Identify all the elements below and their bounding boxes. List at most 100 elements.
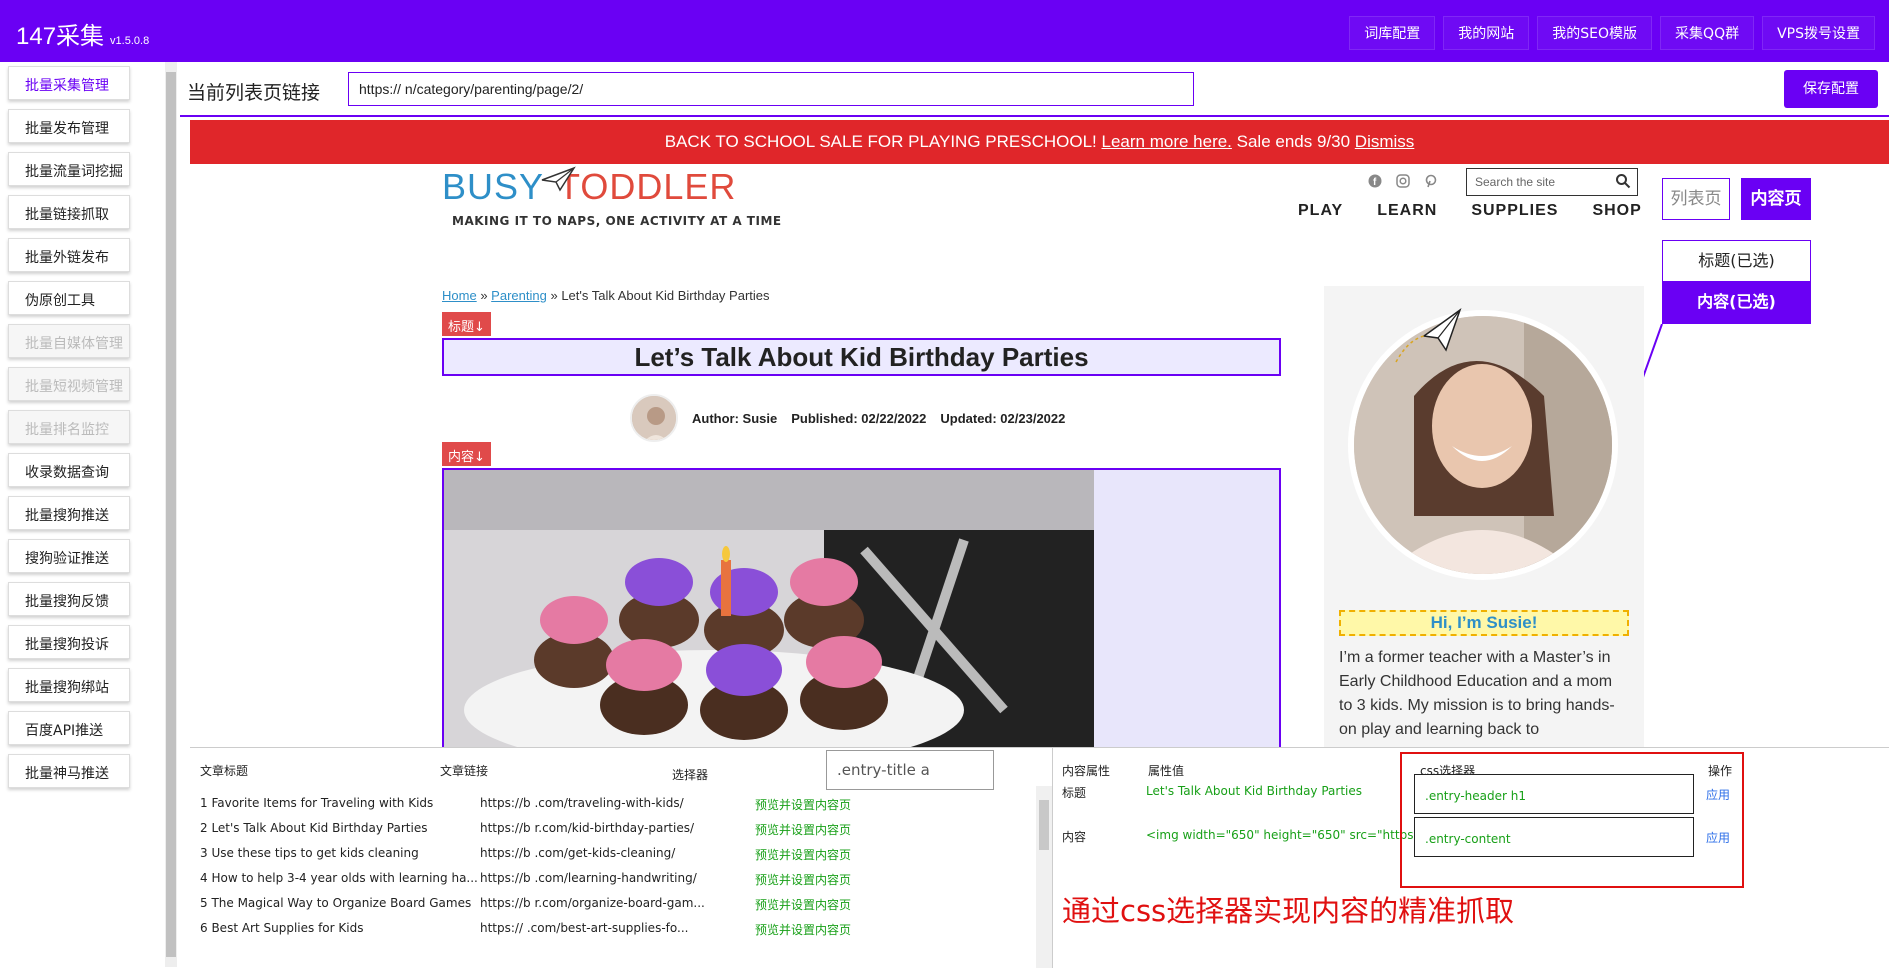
site-nav-learn[interactable]: LEARN bbox=[1377, 202, 1437, 220]
row-url[interactable]: https://b r.com/organize-board-gam... bbox=[480, 896, 760, 910]
breadcrumb-sep-2: » bbox=[550, 288, 558, 303]
sidebar-item-sogou-feedback[interactable]: 批量搜狗反馈 bbox=[8, 582, 130, 616]
sidebar-scrollbar-thumb[interactable] bbox=[166, 72, 176, 957]
search-icon[interactable] bbox=[1615, 173, 1631, 189]
tab-content-page[interactable]: 内容页 bbox=[1741, 178, 1811, 220]
sidebar-item-sogou-push[interactable]: 批量搜狗推送 bbox=[8, 496, 130, 530]
row-url[interactable]: https:// .com/best-art-supplies-fo... bbox=[480, 921, 760, 935]
list-url-label: 当前列表页链接 bbox=[187, 82, 321, 104]
table-row: 2 Let's Talk About Kid Birthday Parties … bbox=[200, 821, 851, 837]
table-row: 6 Best Art Supplies for Kids https:// .c… bbox=[200, 921, 851, 937]
site-nav-shop[interactable]: SHOP bbox=[1592, 202, 1641, 220]
instagram-icon[interactable] bbox=[1396, 174, 1410, 188]
header-divider bbox=[180, 115, 1889, 117]
promo-ends: Sale ends 9/30 bbox=[1236, 132, 1351, 151]
sidebar-item-sogou-complaint[interactable]: 批量搜狗投诉 bbox=[8, 625, 130, 659]
nav-qq-group[interactable]: 采集QQ群 bbox=[1660, 16, 1755, 50]
sidebar-scrollbar[interactable] bbox=[165, 62, 177, 967]
author-greeting[interactable]: Hi, I’m Susie! bbox=[1339, 610, 1629, 636]
row-title: 6 Best Art Supplies for Kids bbox=[200, 921, 364, 935]
app-version: v1.5.0.8 bbox=[110, 35, 150, 47]
css-selector-title-input[interactable]: .entry-header h1 bbox=[1414, 774, 1694, 814]
sidebar: 批量采集管理 批量发布管理 批量流量词挖掘 批量链接抓取 批量外链发布 伪原创工… bbox=[0, 62, 165, 967]
sidebar-item-sogou-verify[interactable]: 搜狗验证推送 bbox=[8, 539, 130, 573]
sidebar-item-shenma-push[interactable]: 批量神马推送 bbox=[8, 754, 130, 788]
site-nav-play[interactable]: PLAY bbox=[1298, 202, 1343, 220]
sidebar-item-batch-publish[interactable]: 批量发布管理 bbox=[8, 109, 130, 143]
col-header-attr: 内容属性 bbox=[1062, 764, 1111, 778]
content-marker-tag: 内容↓ bbox=[442, 442, 491, 466]
top-nav: 词库配置 我的网站 我的SEO模版 采集QQ群 VPS拨号设置 bbox=[1349, 16, 1875, 50]
breadcrumb-parenting[interactable]: Parenting bbox=[491, 288, 547, 303]
preview-set-content-link[interactable]: 预览并设置内容页 bbox=[755, 821, 851, 838]
sidebar-item-video-manage[interactable]: 批量短视频管理 bbox=[8, 367, 130, 401]
sidebar-item-media-manage[interactable]: 批量自媒体管理 bbox=[8, 324, 130, 358]
title-marker-tag: 标题↓ bbox=[442, 312, 491, 336]
paper-plane-icon bbox=[541, 166, 576, 192]
list-url-input[interactable]: https:// n/category/parenting/page/2/ bbox=[348, 72, 1194, 106]
byline-published: Published: 02/22/2022 bbox=[791, 410, 927, 426]
article-byline: Author: Susie Published: 02/22/2022 Upda… bbox=[630, 394, 1065, 442]
pinterest-icon[interactable] bbox=[1424, 174, 1438, 188]
sidebar-item-index-query[interactable]: 收录数据查询 bbox=[8, 453, 130, 487]
breadcrumb: Home » Parenting » Let's Talk About Kid … bbox=[442, 288, 770, 303]
site-search-input[interactable]: Search the site bbox=[1466, 168, 1638, 196]
article-title[interactable]: Let’s Talk About Kid Birthday Parties bbox=[442, 338, 1281, 376]
sidebar-item-baidu-api[interactable]: 百度API推送 bbox=[8, 711, 130, 745]
byline-updated: Updated: 02/23/2022 bbox=[940, 410, 1066, 426]
apply-content-button[interactable]: 应用 bbox=[1706, 829, 1730, 846]
preview-set-content-link[interactable]: 预览并设置内容页 bbox=[755, 921, 851, 938]
apply-title-button[interactable]: 应用 bbox=[1706, 786, 1730, 803]
table-row: 1 Favorite Items for Traveling with Kids… bbox=[200, 796, 851, 812]
list-scrollbar[interactable] bbox=[1036, 786, 1052, 968]
list-scrollbar-thumb[interactable] bbox=[1039, 800, 1049, 850]
col-header-title: 文章标题 bbox=[200, 764, 249, 778]
sidebar-item-rank-monitor[interactable]: 批量排名监控 bbox=[8, 410, 130, 444]
sidebar-item-link-fetch[interactable]: 批量链接抓取 bbox=[8, 195, 130, 229]
selected-fields-box: 标题(已选) 内容(已选) bbox=[1662, 240, 1811, 324]
preview-set-content-link[interactable]: 预览并设置内容页 bbox=[755, 796, 851, 813]
css-selector-content-input[interactable]: .entry-content bbox=[1414, 817, 1694, 857]
site-nav-supplies[interactable]: SUPPLIES bbox=[1471, 202, 1558, 220]
nav-vps-dial[interactable]: VPS拨号设置 bbox=[1762, 16, 1875, 50]
nav-lexicon-config[interactable]: 词库配置 bbox=[1349, 16, 1436, 50]
article-list-table: 文章标题 文章链接 选择器 .entry-title a 1 Favorite … bbox=[190, 748, 1052, 968]
preview-set-content-link[interactable]: 预览并设置内容页 bbox=[755, 846, 851, 863]
app-brand: 147采集 v1.5.0.8 bbox=[16, 16, 149, 51]
article-content[interactable] bbox=[442, 468, 1281, 747]
promo-dismiss-link[interactable]: Dismiss bbox=[1355, 132, 1415, 151]
preview-set-content-link[interactable]: 预览并设置内容页 bbox=[755, 896, 851, 913]
sidebar-item-spinner-tool[interactable]: 伪原创工具 bbox=[8, 281, 130, 315]
sidebar-item-sogou-bind[interactable]: 批量搜狗绑站 bbox=[8, 668, 130, 702]
list-selector-input[interactable]: .entry-title a bbox=[826, 750, 994, 790]
logo-toddler: TODDLER bbox=[558, 166, 737, 207]
row-url[interactable]: https://b .com/traveling-with-kids/ bbox=[480, 796, 760, 810]
row-url[interactable]: https://b r.com/kid-birthday-parties/ bbox=[480, 821, 760, 835]
sidebar-item-batch-collect[interactable]: 批量采集管理 bbox=[8, 66, 130, 100]
row-url[interactable]: https://b .com/learning-handwriting/ bbox=[480, 871, 760, 885]
top-bar: 147采集 v1.5.0.8 词库配置 我的网站 我的SEO模版 采集QQ群 VP… bbox=[0, 0, 1889, 62]
nav-my-sites[interactable]: 我的网站 bbox=[1443, 16, 1530, 50]
save-config-button[interactable]: 保存配置 bbox=[1784, 70, 1878, 108]
row-title: 3 Use these tips to get kids cleaning bbox=[200, 846, 419, 860]
social-links: f bbox=[1368, 174, 1438, 188]
selector-label: 选择器 bbox=[672, 768, 709, 782]
facebook-icon[interactable]: f bbox=[1368, 174, 1382, 188]
site-logo[interactable]: BUSY TODDLER MAKING IT TO NAPS, ONE ACTIV… bbox=[442, 166, 782, 228]
sidebar-item-keyword-mining[interactable]: 批量流量词挖掘 bbox=[8, 152, 130, 186]
author-avatar bbox=[630, 394, 678, 442]
row-url[interactable]: https://b .com/get-kids-cleaning/ bbox=[480, 846, 760, 860]
nav-seo-templates[interactable]: 我的SEO模版 bbox=[1537, 16, 1653, 50]
promo-banner: BACK TO SCHOOL SALE FOR PLAYING PRESCHOO… bbox=[190, 120, 1889, 164]
sidebar-item-backlink-publish[interactable]: 批量外链发布 bbox=[8, 238, 130, 272]
promo-learn-link[interactable]: Learn more here. bbox=[1102, 132, 1232, 151]
content-attribute-panel: 内容属性 属性值 css选择器 操作 标题 Let's Talk About K… bbox=[1062, 748, 1889, 968]
attr-title-label: 标题 bbox=[1062, 786, 1087, 800]
selected-title-item[interactable]: 标题(已选) bbox=[1663, 241, 1810, 281]
site-search-placeholder: Search the site bbox=[1475, 175, 1556, 189]
selected-content-item[interactable]: 内容(已选) bbox=[1663, 281, 1810, 323]
logo-busy: BUSY bbox=[442, 166, 545, 207]
preview-set-content-link[interactable]: 预览并设置内容页 bbox=[755, 871, 851, 888]
tab-list-page[interactable]: 列表页 bbox=[1662, 178, 1730, 220]
breadcrumb-home[interactable]: Home bbox=[442, 288, 477, 303]
